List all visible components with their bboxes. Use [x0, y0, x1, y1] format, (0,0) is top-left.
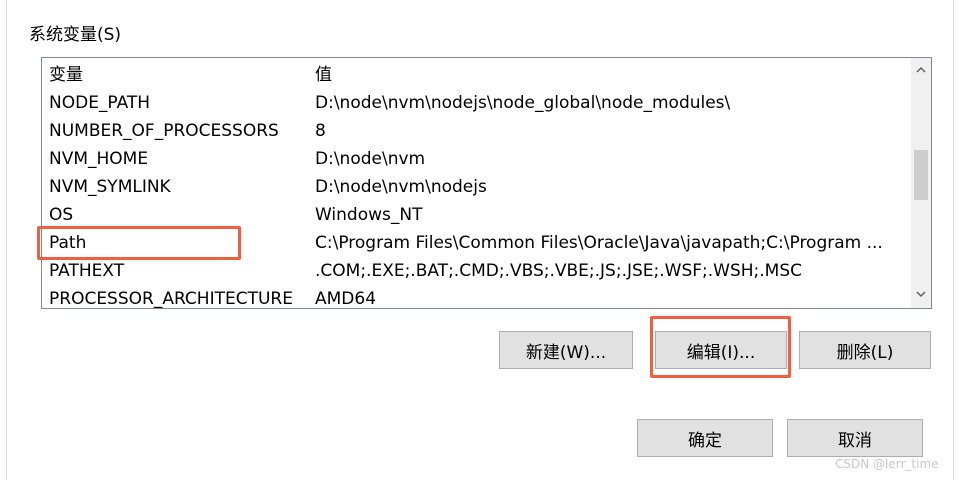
cancel-button[interactable]: 取消 — [787, 419, 923, 457]
watermark: CSDN @lerr_time — [835, 457, 939, 471]
window-border-right — [953, 0, 954, 480]
variable-name: NUMBER_OF_PROCESSORS — [49, 121, 279, 141]
table-row[interactable]: NVM_SYMLINK D:\node\nvm\nodejs — [42, 173, 902, 201]
variable-value: .COM;.EXE;.BAT;.CMD;.VBS;.VBE;.JS;.JSE;.… — [315, 261, 803, 281]
variable-name: OS — [49, 205, 74, 225]
system-variables-label: 系统变量(S) — [29, 25, 122, 45]
vertical-scrollbar[interactable] — [911, 58, 931, 308]
table-row[interactable]: OS Windows_NT — [42, 201, 902, 229]
new-button[interactable]: 新建(W)... — [499, 331, 633, 369]
table-row[interactable]: NUMBER_OF_PROCESSORS 8 — [42, 117, 902, 145]
scroll-up-icon[interactable] — [911, 60, 931, 80]
variable-value: AMD64 — [315, 289, 377, 309]
variable-value: 8 — [315, 121, 326, 141]
system-variables-list[interactable]: 变量 值 NODE_PATH D:\node\nvm\nodejs\node_g… — [41, 57, 932, 309]
window-border-left — [6, 0, 7, 480]
variable-value: D:\node\nvm\nodejs — [315, 177, 487, 197]
variable-name: NVM_HOME — [49, 149, 149, 169]
column-header-variable[interactable]: 变量 — [49, 61, 83, 89]
variable-value: C:\Program Files\Common Files\Oracle\Jav… — [315, 233, 883, 253]
variable-name: PROCESSOR_ARCHITECTURE — [49, 289, 293, 309]
table-row-path[interactable]: Path C:\Program Files\Common Files\Oracl… — [42, 229, 902, 257]
table-row[interactable]: PATHEXT .COM;.EXE;.BAT;.CMD;.VBS;.VBE;.J… — [42, 257, 902, 285]
variable-value: D:\node\nvm — [315, 149, 426, 169]
table-header: 变量 值 — [42, 61, 902, 89]
variable-name: PATHEXT — [49, 261, 125, 281]
variable-name: NODE_PATH — [49, 93, 151, 113]
variable-name: Path — [49, 233, 87, 253]
variable-value: D:\node\nvm\nodejs\node_global\node_modu… — [315, 93, 731, 113]
ok-button[interactable]: 确定 — [637, 419, 773, 457]
scroll-down-icon[interactable] — [911, 284, 931, 304]
scroll-thumb[interactable] — [914, 150, 928, 200]
table-row[interactable]: NODE_PATH D:\node\nvm\nodejs\node_global… — [42, 89, 902, 117]
column-header-value[interactable]: 值 — [315, 61, 900, 89]
variable-name: NVM_SYMLINK — [49, 177, 171, 197]
delete-button[interactable]: 删除(L) — [799, 331, 931, 369]
variable-value: Windows_NT — [315, 205, 423, 225]
table-row[interactable]: PROCESSOR_ARCHITECTURE AMD64 — [42, 285, 902, 309]
edit-button[interactable]: 编辑(I)... — [655, 331, 787, 369]
table-row[interactable]: NVM_HOME D:\node\nvm — [42, 145, 902, 173]
